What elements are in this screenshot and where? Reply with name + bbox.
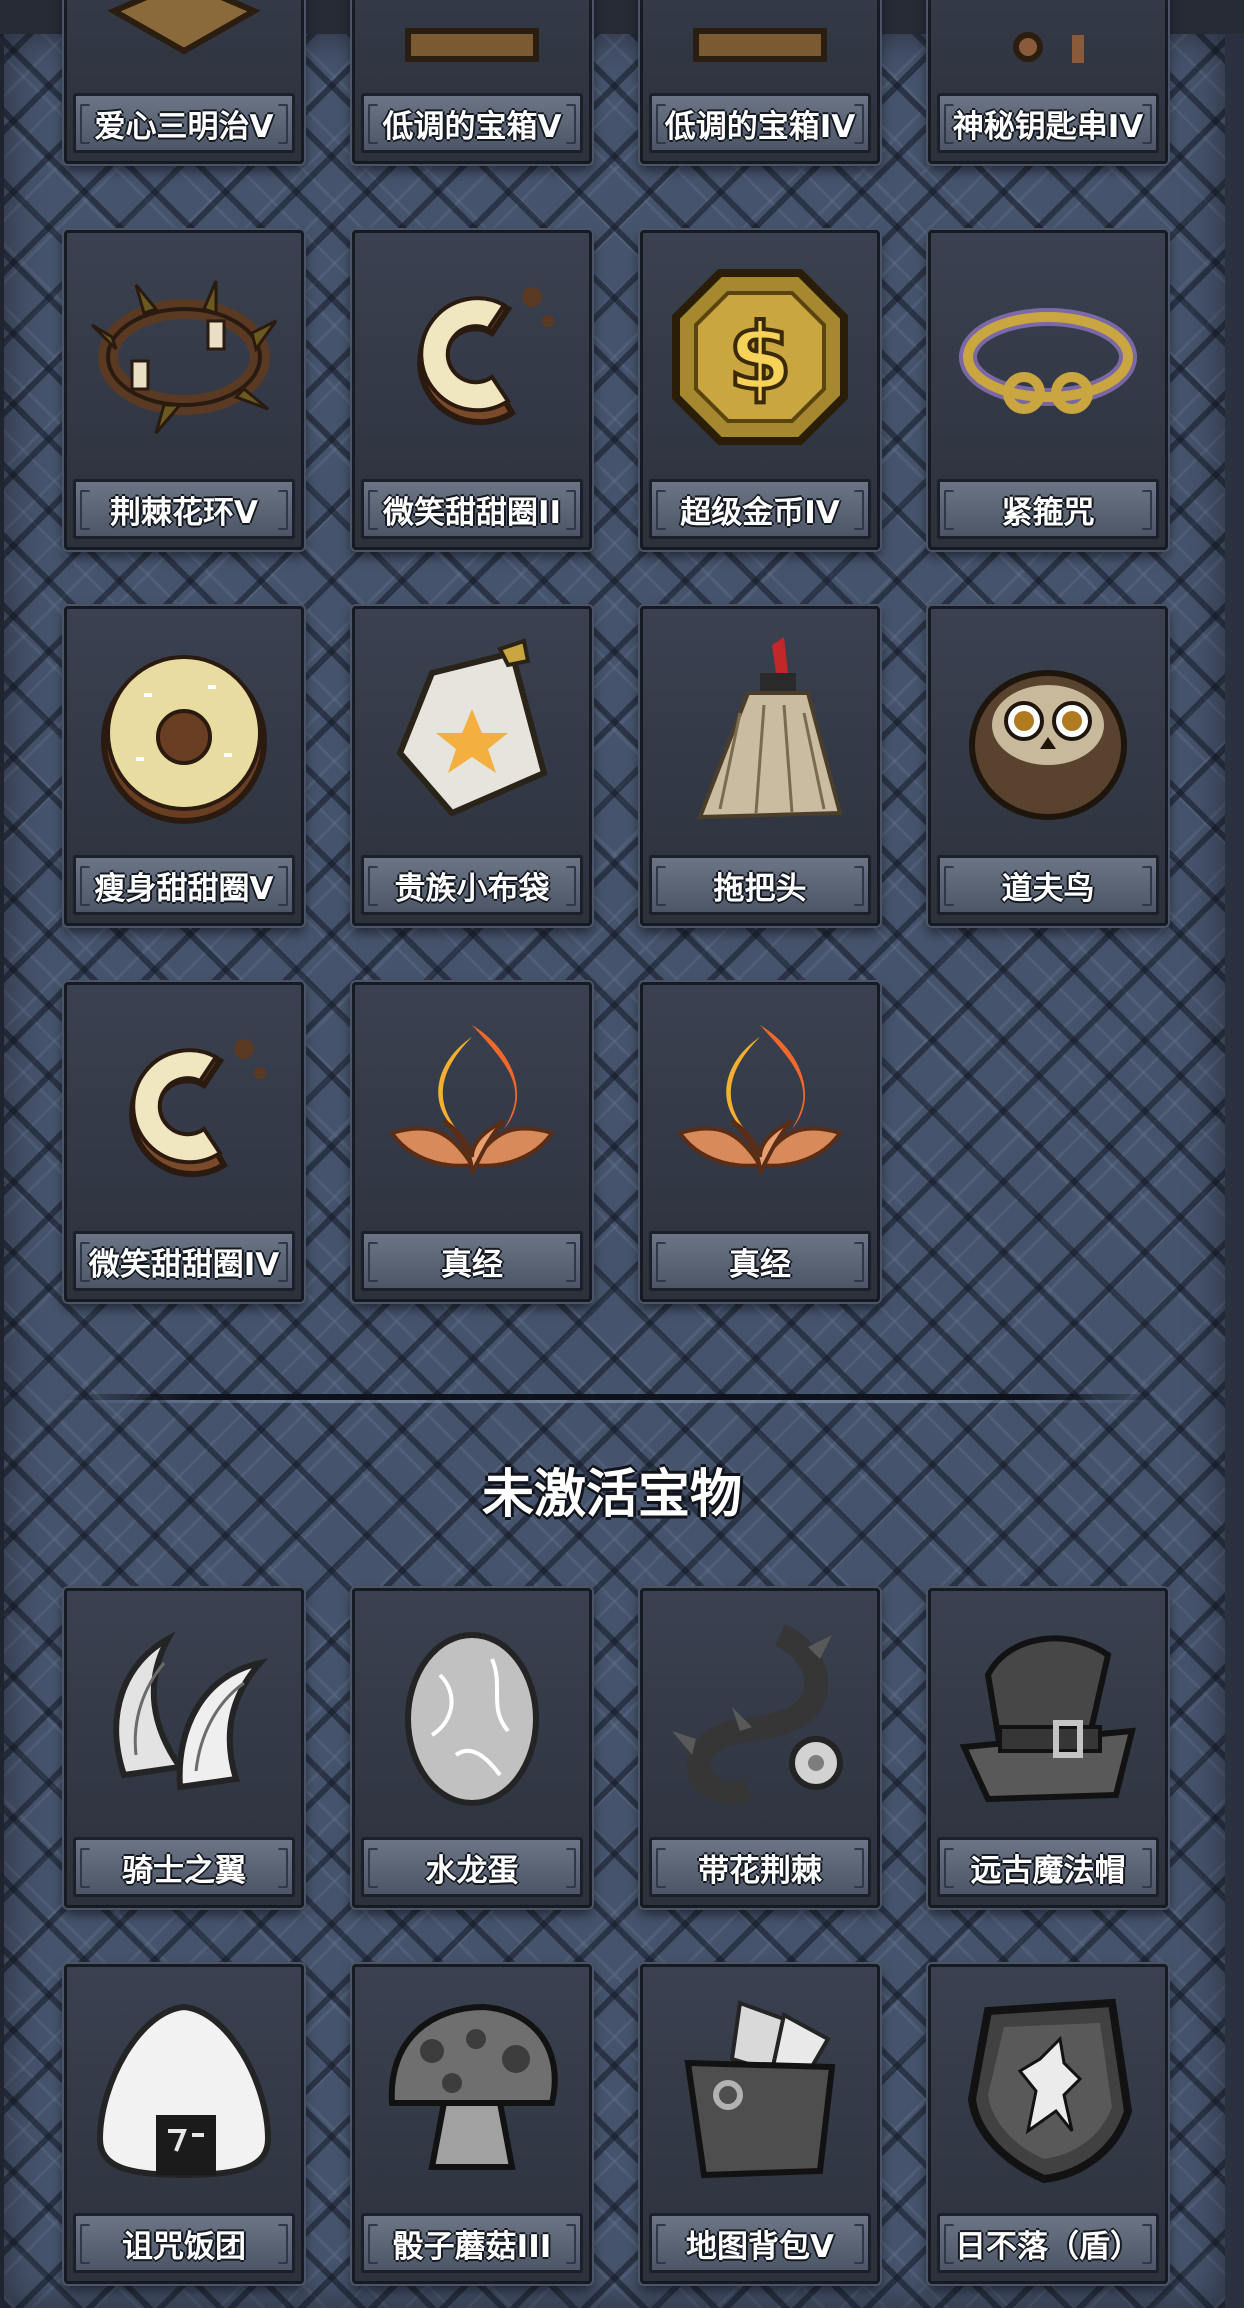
treasure-card-inactive[interactable]: 诅咒饭团 (64, 1964, 304, 2284)
owl-bird-icon (941, 619, 1155, 847)
treasure-card[interactable]: 瘦身甜甜圈V (64, 606, 304, 926)
map-backpack-icon (653, 1977, 867, 2205)
treasure-name: 紧箍咒 (937, 479, 1159, 539)
smile-donut-icon (365, 243, 579, 471)
dice-mushroom-icon (365, 1977, 579, 2205)
treasure-name: 低调的宝箱V (361, 93, 583, 153)
mop-head-icon (653, 619, 867, 847)
treasure-name: 地图背包V (649, 2213, 871, 2273)
treasure-name: 日不落（盾） (937, 2213, 1159, 2273)
wings-icon (77, 1601, 291, 1829)
treasure-name: 真经 (649, 1231, 871, 1291)
smile-donut-icon (77, 995, 291, 1223)
treasure-card[interactable]: 真经 (352, 982, 592, 1302)
treasure-card[interactable]: 荆棘花环V (64, 230, 304, 550)
treasure-card[interactable]: 拖把头 (640, 606, 880, 926)
treasure-name: 道夫鸟 (937, 855, 1159, 915)
treasure-card[interactable]: 低调的宝箱V (352, 0, 592, 164)
treasure-name: 骑士之翼 (73, 1837, 295, 1897)
treasure-card[interactable]: 紧箍咒 (928, 230, 1168, 550)
treasure-name: 诅咒饭团 (73, 2213, 295, 2273)
scroll-edge (1231, 34, 1244, 2308)
thorn-wreath-icon (77, 243, 291, 471)
cloth-bag-icon (365, 619, 579, 847)
flower-thorn-icon (653, 1601, 867, 1829)
chest-icon (653, 0, 867, 85)
treasure-name: 微笑甜甜圈II (361, 479, 583, 539)
lion-shield-icon (941, 1977, 1155, 2205)
treasure-card-inactive[interactable]: 骑士之翼 (64, 1588, 304, 1908)
treasure-card[interactable]: 低调的宝箱IV (640, 0, 880, 164)
treasure-name: 荆棘花环V (73, 479, 295, 539)
gold-coin-icon: $ (653, 243, 867, 471)
treasure-card-inactive[interactable]: 带花荆棘 (640, 1588, 880, 1908)
treasure-name: 拖把头 (649, 855, 871, 915)
treasure-card-inactive[interactable]: 地图背包V (640, 1964, 880, 2284)
section-divider-highlight (60, 1400, 1160, 1403)
golden-headband-icon (941, 243, 1155, 471)
donut-icon (77, 619, 291, 847)
treasure-name: 带花荆棘 (649, 1837, 871, 1897)
treasure-card-inactive[interactable]: 骰子蘑菇III (352, 1964, 592, 2284)
rice-ball-icon (77, 1977, 291, 2205)
treasure-card-inactive[interactable]: 水龙蛋 (352, 1588, 592, 1908)
chest-icon (365, 0, 579, 85)
treasure-card[interactable]: 真经 (640, 982, 880, 1302)
treasure-card[interactable]: 道夫鸟 (928, 606, 1168, 926)
sandwich-icon (77, 0, 291, 85)
treasure-name: 远古魔法帽 (937, 1837, 1159, 1897)
keychain-icon (941, 0, 1155, 85)
fire-lotus-icon (365, 995, 579, 1223)
treasure-name: 超级金币IV (649, 479, 871, 539)
treasure-card[interactable]: 微笑甜甜圈IV (64, 982, 304, 1302)
treasure-card[interactable]: 神秘钥匙串IV (928, 0, 1168, 164)
wizard-hat-icon (941, 1601, 1155, 1829)
treasure-name: 真经 (361, 1231, 583, 1291)
fire-lotus-icon (653, 995, 867, 1223)
treasure-name: 微笑甜甜圈IV (73, 1231, 295, 1291)
treasure-name: 瘦身甜甜圈V (73, 855, 295, 915)
treasure-name: 贵族小布袋 (361, 855, 583, 915)
treasure-name: 神秘钥匙串IV (937, 93, 1159, 153)
dragon-egg-icon (365, 1601, 579, 1829)
treasure-card[interactable]: $ 超级金币IV (640, 230, 880, 550)
svg-text:$: $ (728, 304, 792, 411)
treasure-card-inactive[interactable]: 远古魔法帽 (928, 1588, 1168, 1908)
treasure-name: 水龙蛋 (361, 1837, 583, 1897)
treasure-name: 爱心三明治V (73, 93, 295, 153)
treasure-card[interactable]: 爱心三明治V (64, 0, 304, 164)
treasure-card[interactable]: 微笑甜甜圈II (352, 230, 592, 550)
treasure-name: 骰子蘑菇III (361, 2213, 583, 2273)
treasure-card-inactive[interactable]: 日不落（盾） (928, 1964, 1168, 2284)
treasure-card[interactable]: 贵族小布袋 (352, 606, 592, 926)
inactive-section-title: 未激活宝物 (481, 1465, 742, 1525)
treasure-name: 低调的宝箱IV (649, 93, 871, 153)
